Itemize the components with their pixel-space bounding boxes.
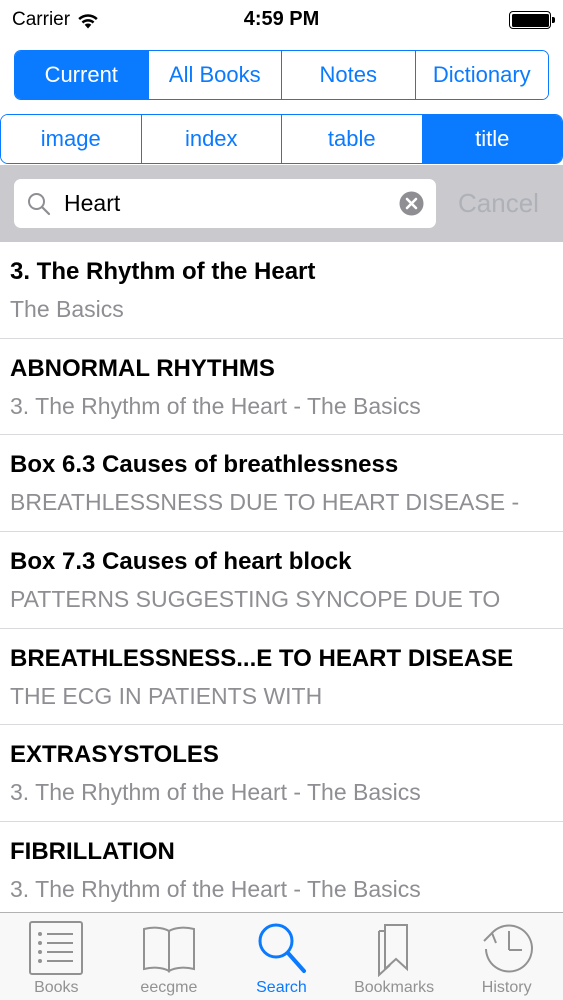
- tab-search[interactable]: Search: [225, 913, 338, 1000]
- tab-eecgme[interactable]: eecgme: [113, 913, 226, 1000]
- tab-eecgme-label: eecgme: [140, 979, 198, 996]
- result-title: BREATHLESSNESS...E TO HEART DISEASE: [10, 644, 514, 672]
- tab-bookmarks[interactable]: Bookmarks: [338, 913, 451, 1000]
- list-item[interactable]: BREATHLESSNESS...E TO HEART DISEASE THE …: [0, 629, 563, 726]
- tab-notes[interactable]: Notes: [281, 51, 415, 99]
- list-item[interactable]: Box 6.3 Causes of breathlessness BREATHL…: [0, 435, 563, 533]
- search-bar: Heart Cancel: [0, 165, 563, 242]
- bookmarks-icon: [378, 924, 409, 977]
- cancel-button[interactable]: Cancel: [458, 188, 539, 219]
- result-title: 3. The Rhythm of the Heart: [10, 258, 316, 285]
- status-bar: Carrier 4:59 PM: [0, 0, 563, 40]
- result-title: EXTRASYSTOLES: [10, 741, 219, 769]
- tab-history[interactable]: History: [450, 913, 563, 1000]
- tab-current[interactable]: Current: [15, 51, 148, 99]
- search-icon: [258, 923, 307, 973]
- result-subtitle: 3. The Rhythm of the Heart - The Basics: [10, 876, 421, 903]
- result-subtitle: THE ECG IN PATIENTS WITH: [10, 682, 323, 709]
- result-title: FIBRILLATION: [10, 838, 175, 866]
- list-item[interactable]: ABNORMAL RHYTHMS 3. The Rhythm of the He…: [0, 339, 563, 436]
- result-subtitle: 3. The Rhythm of the Heart - The Basics: [10, 392, 421, 419]
- clear-icon[interactable]: [399, 191, 424, 216]
- search-query-text[interactable]: Heart: [64, 190, 399, 217]
- clock-time: 4:59 PM: [243, 8, 320, 30]
- result-subtitle: PATTERNS SUGGESTING SYNCOPE DUE TO: [10, 586, 501, 613]
- tab-bookmarks-label: Bookmarks: [354, 979, 435, 996]
- list-item[interactable]: EXTRASYSTOLES 3. The Rhythm of the Heart…: [0, 725, 563, 823]
- tab-books-label: Books: [34, 979, 79, 996]
- tab-history-label: History: [481, 979, 532, 996]
- results-list: 3. The Rhythm of the Heart The Basics AB…: [0, 242, 563, 912]
- list-item[interactable]: FIBRILLATION 3. The Rhythm of the Heart …: [0, 822, 563, 912]
- battery-icon: [509, 11, 555, 29]
- filter-title[interactable]: title: [421, 115, 562, 163]
- result-title: Box 7.3 Causes of heart block: [10, 548, 352, 576]
- filter-index[interactable]: index: [140, 115, 281, 163]
- search-icon: [28, 192, 51, 215]
- list-item[interactable]: Box 7.3 Causes of heart block PATTERNS S…: [0, 532, 563, 629]
- result-subtitle: BREATHLESSNESS DUE TO HEART DISEASE -: [10, 489, 520, 516]
- filter-segmented-control: image index table title: [0, 114, 563, 164]
- filter-table[interactable]: table: [281, 115, 422, 163]
- filter-image[interactable]: image: [1, 115, 141, 163]
- result-title: Box 6.3 Causes of breathlessness: [10, 451, 399, 479]
- list-icon: [29, 921, 84, 975]
- tab-bar: Books eecgme Search Bookmarks History: [0, 912, 563, 1000]
- list-item[interactable]: 3. The Rhythm of the Heart The Basics: [0, 242, 563, 339]
- scope-segmented-control: Current All Books Notes Dictionary: [14, 50, 549, 100]
- tab-search-label: Search: [256, 979, 307, 996]
- result-subtitle: The Basics: [10, 296, 124, 322]
- tab-dictionary[interactable]: Dictionary: [414, 51, 548, 99]
- book-icon: [142, 926, 195, 973]
- clock-icon: [482, 924, 533, 973]
- search-input[interactable]: Heart: [14, 179, 436, 228]
- result-subtitle: 3. The Rhythm of the Heart - The Basics: [10, 779, 421, 806]
- tab-all-books[interactable]: All Books: [147, 51, 281, 99]
- result-title: ABNORMAL RHYTHMS: [10, 354, 275, 382]
- tab-books[interactable]: Books: [0, 913, 113, 1000]
